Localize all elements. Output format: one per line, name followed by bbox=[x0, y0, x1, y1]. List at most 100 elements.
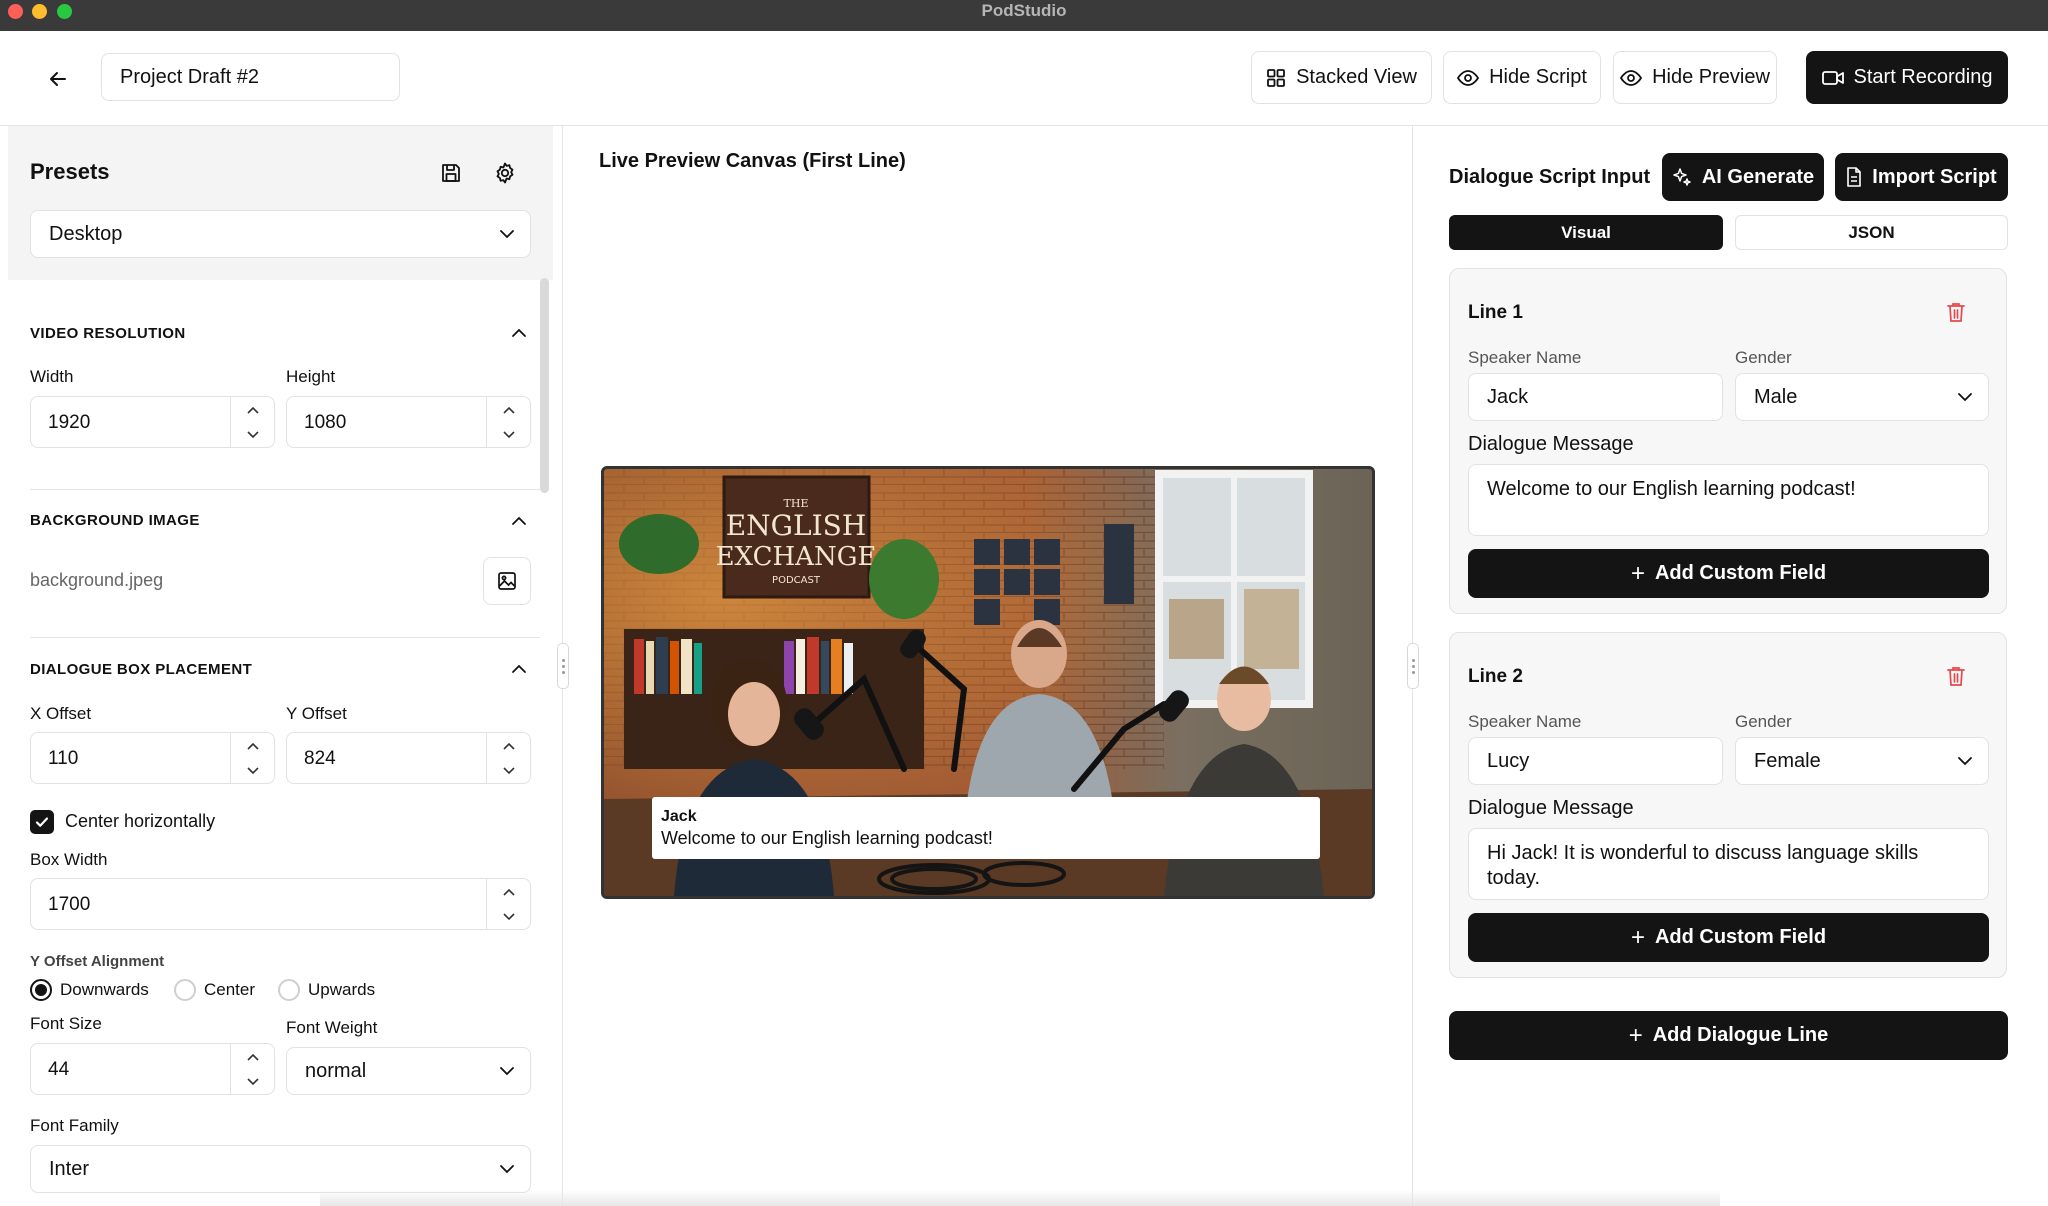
font-size-stepper bbox=[230, 1044, 274, 1094]
dialogue-overlay-box: Jack Welcome to our English learning pod… bbox=[652, 797, 1320, 859]
ai-generate-label: AI Generate bbox=[1701, 165, 1815, 188]
font-size-increment-button[interactable] bbox=[231, 1044, 275, 1069]
speaker-name-input[interactable]: Jack bbox=[1468, 373, 1723, 421]
font-family-value: Inter bbox=[49, 1157, 90, 1180]
width-label: Width bbox=[30, 367, 74, 386]
left-resize-handle[interactable] bbox=[557, 643, 569, 689]
floppy-disk-icon bbox=[442, 164, 460, 182]
dialogue-box-placement-title: DIALOGUE BOX PLACEMENT bbox=[30, 661, 253, 678]
start-recording-button[interactable]: Start Recording bbox=[1806, 51, 2008, 104]
sign-text-podcast: PODCAST bbox=[772, 575, 821, 586]
background-file-name: background.jpeg bbox=[30, 570, 164, 590]
gender-select[interactable]: Male bbox=[1735, 373, 1989, 421]
dialogue-message-input[interactable]: Welcome to our English learning podcast! bbox=[1468, 464, 1989, 536]
eye-icon bbox=[1457, 69, 1480, 86]
alignment-downwards-radio[interactable] bbox=[30, 979, 52, 1001]
preset-select-value: Desktop bbox=[49, 222, 123, 245]
delete-line-button[interactable] bbox=[1943, 299, 1969, 325]
delete-line-button[interactable] bbox=[1943, 663, 1969, 689]
settings-scrollbar[interactable] bbox=[540, 278, 549, 493]
save-preset-button[interactable] bbox=[434, 156, 468, 190]
y-offset-increment-button[interactable] bbox=[487, 733, 531, 758]
preview-canvas: THE ENGLISH EXCHANGE PODCAST Jack Welcom… bbox=[601, 466, 1375, 899]
right-resize-handle[interactable] bbox=[1407, 643, 1419, 689]
ai-generate-button[interactable]: AI Generate bbox=[1662, 153, 1824, 201]
box-width-value: 1700 bbox=[48, 894, 91, 915]
presets-section: Presets Desktop bbox=[8, 126, 553, 280]
font-size-decrement-button[interactable] bbox=[231, 1069, 275, 1094]
hide-script-button[interactable]: Hide Script bbox=[1443, 51, 1601, 104]
font-size-input[interactable]: 44 bbox=[30, 1043, 275, 1095]
trash-icon bbox=[1947, 303, 1965, 322]
height-decrement-button[interactable] bbox=[487, 422, 531, 447]
chevron-up-icon[interactable] bbox=[508, 510, 530, 532]
x-offset-input[interactable]: 110 bbox=[30, 732, 275, 784]
bottom-shadow bbox=[320, 1190, 1720, 1206]
chevron-down-icon bbox=[247, 766, 259, 774]
width-increment-button[interactable] bbox=[231, 397, 275, 422]
add-dialogue-line-button[interactable]: + Add Dialogue Line bbox=[1449, 1011, 2008, 1060]
gender-select[interactable]: Female bbox=[1735, 737, 1989, 785]
add-custom-field-button[interactable]: + Add Custom Field bbox=[1468, 913, 1989, 962]
alignment-center-label: Center bbox=[204, 980, 256, 999]
chevron-up-icon bbox=[503, 406, 515, 414]
add-custom-field-button[interactable]: + Add Custom Field bbox=[1468, 549, 1989, 598]
chevron-up-icon[interactable] bbox=[508, 322, 530, 344]
alignment-downwards-label: Downwards bbox=[60, 980, 149, 999]
box-width-increment-button[interactable] bbox=[487, 879, 531, 904]
presets-title: Presets bbox=[30, 159, 110, 184]
add-custom-field-label: Add Custom Field bbox=[1654, 926, 1827, 948]
dialogue-line-card: Line 1 Speaker Name Gender Jack Male Dia… bbox=[1449, 268, 2007, 614]
stacked-view-button[interactable]: Stacked View bbox=[1251, 51, 1432, 104]
alignment-upwards-radio[interactable] bbox=[278, 979, 300, 1001]
preset-settings-button[interactable] bbox=[488, 156, 522, 190]
font-size-label: Font Size bbox=[30, 1014, 102, 1033]
import-script-button[interactable]: Import Script bbox=[1835, 153, 2008, 201]
height-increment-button[interactable] bbox=[487, 397, 531, 422]
chevron-down-icon bbox=[503, 912, 515, 920]
x-offset-value: 110 bbox=[48, 748, 79, 769]
tab-visual[interactable]: Visual bbox=[1449, 215, 1723, 250]
y-offset-decrement-button[interactable] bbox=[487, 758, 531, 783]
y-offset-input[interactable]: 824 bbox=[286, 732, 531, 784]
box-width-decrement-button[interactable] bbox=[487, 904, 531, 929]
import-script-label: Import Script bbox=[1872, 165, 1997, 188]
tab-json[interactable]: JSON bbox=[1735, 215, 2008, 250]
dialogue-message-input[interactable]: Hi Jack! It is wonderful to discuss lang… bbox=[1468, 828, 1989, 900]
font-weight-select[interactable]: normal bbox=[286, 1047, 531, 1095]
speaker-name-input[interactable]: Lucy bbox=[1468, 737, 1723, 785]
x-offset-decrement-button[interactable] bbox=[231, 758, 275, 783]
chevron-up-icon[interactable] bbox=[508, 658, 530, 680]
box-width-input[interactable]: 1700 bbox=[30, 878, 531, 930]
gender-value: Female bbox=[1754, 749, 1821, 772]
back-button[interactable] bbox=[40, 61, 76, 97]
video-resolution-title: VIDEO RESOLUTION bbox=[30, 325, 186, 342]
chevron-down-icon bbox=[247, 430, 259, 438]
choose-background-button[interactable] bbox=[483, 557, 531, 605]
line-title: Line 1 bbox=[1468, 302, 1523, 323]
checkmark-icon bbox=[35, 817, 49, 827]
grid-icon bbox=[1267, 68, 1285, 87]
width-input[interactable]: 1920 bbox=[30, 396, 275, 448]
gear-icon bbox=[496, 162, 514, 184]
video-camera-icon bbox=[1821, 70, 1844, 85]
hide-preview-button[interactable]: Hide Preview bbox=[1613, 51, 1777, 104]
box-width-stepper bbox=[486, 879, 530, 929]
add-custom-field-label: Add Custom Field bbox=[1654, 562, 1827, 584]
project-name-input[interactable] bbox=[101, 53, 400, 101]
dialogue-message-label: Dialogue Message bbox=[1468, 433, 1634, 455]
font-family-select[interactable]: Inter bbox=[30, 1145, 531, 1193]
chevron-down-icon bbox=[503, 766, 515, 774]
preset-select[interactable]: Desktop bbox=[30, 210, 531, 258]
width-value: 1920 bbox=[48, 412, 91, 433]
alignment-center-radio[interactable] bbox=[174, 979, 196, 1001]
sign-text-exchange: EXCHANGE bbox=[716, 542, 877, 572]
center-horizontally-checkbox[interactable] bbox=[30, 810, 54, 834]
y-offset-label: Y Offset bbox=[286, 704, 347, 723]
width-decrement-button[interactable] bbox=[231, 422, 275, 447]
x-offset-increment-button[interactable] bbox=[231, 733, 275, 758]
chevron-up-icon bbox=[503, 888, 515, 896]
height-input[interactable]: 1080 bbox=[286, 396, 531, 448]
chevron-up-icon bbox=[247, 406, 259, 414]
chevron-down-icon bbox=[1958, 756, 1972, 765]
